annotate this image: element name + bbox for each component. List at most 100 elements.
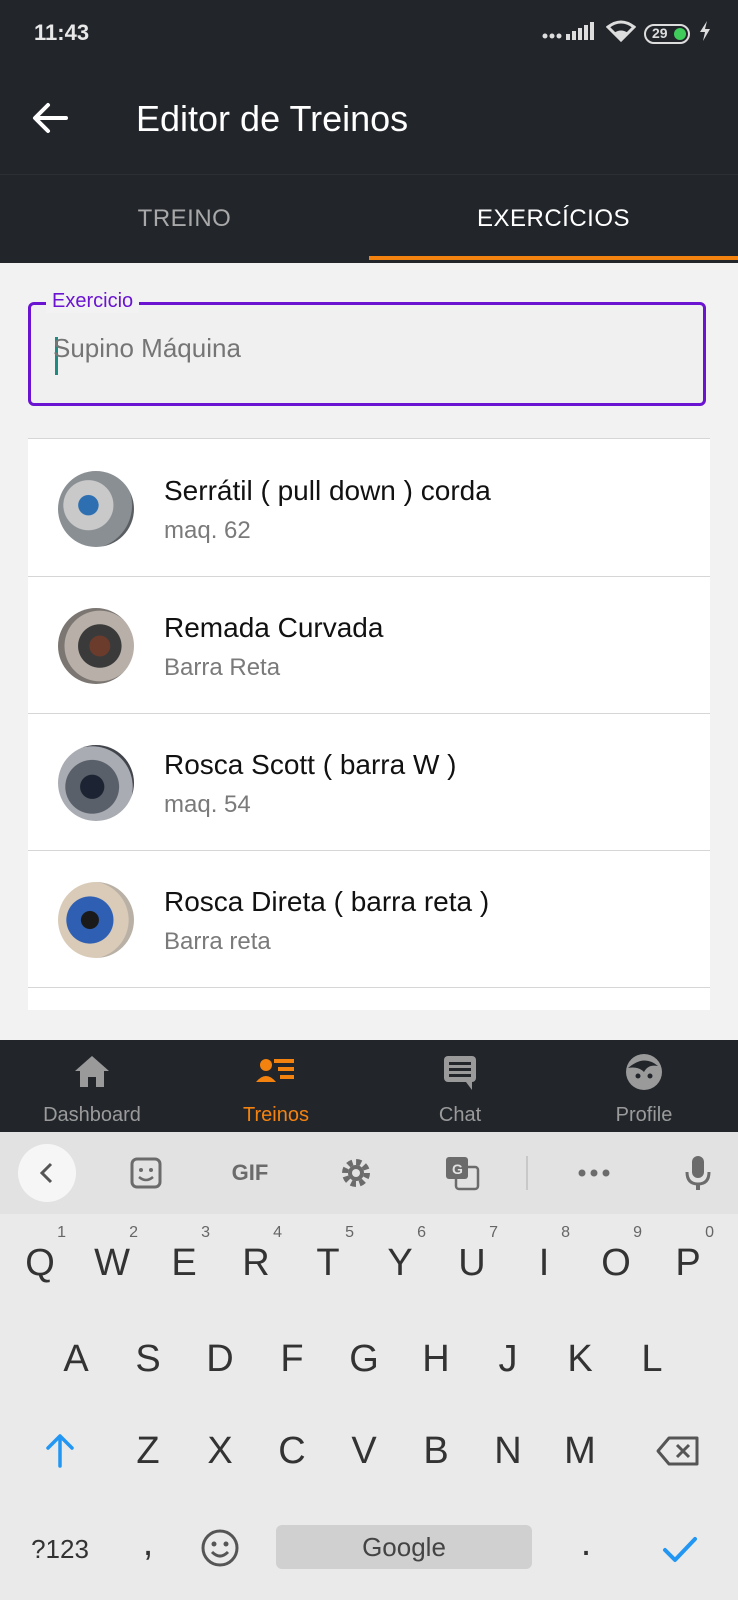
- signal-icon: [542, 20, 598, 47]
- key-s[interactable]: S: [118, 1338, 178, 1381]
- gif-button[interactable]: GIF: [222, 1150, 278, 1196]
- list-item[interactable]: Serrátil ( pull down ) corda maq. 62: [28, 439, 710, 577]
- symbols-key[interactable]: ?123: [20, 1534, 100, 1565]
- key-letter: U: [458, 1242, 486, 1284]
- emoji-icon[interactable]: [190, 1528, 250, 1578]
- key-letter: T: [316, 1242, 340, 1284]
- period-key[interactable]: .: [556, 1522, 616, 1565]
- key-hint: 0: [705, 1224, 714, 1241]
- more-icon[interactable]: [572, 1150, 616, 1196]
- svg-text:G: G: [452, 1161, 463, 1177]
- nav-item-profile[interactable]: Profile: [552, 1040, 736, 1132]
- status-time: 11:43: [34, 20, 90, 45]
- shift-icon[interactable]: [30, 1432, 90, 1480]
- space-bar[interactable]: Google: [276, 1525, 532, 1569]
- nav-label: Treinos: [243, 1104, 309, 1126]
- key-letter: O: [601, 1242, 631, 1284]
- tab-treino[interactable]: TREINO: [0, 175, 369, 263]
- key-y[interactable]: Y6: [370, 1224, 430, 1285]
- exercise-detail: Barra reta: [164, 928, 271, 955]
- exercise-list: Serrátil ( pull down ) corda maq. 62 Rem…: [28, 438, 710, 1010]
- key-hint: 9: [633, 1224, 642, 1241]
- sticker-icon[interactable]: [124, 1150, 168, 1196]
- page-title: Editor de Treinos: [136, 98, 409, 139]
- nav-item-dashboard[interactable]: Dashboard: [0, 1040, 184, 1132]
- exercise-detail: maq. 54: [164, 791, 251, 818]
- key-n[interactable]: N: [478, 1430, 538, 1473]
- status-bar: 11:43 29: [0, 0, 738, 66]
- status-icons: 29: [542, 20, 712, 47]
- list-item[interactable]: Rosca Scott ( barra W ) maq. 54: [28, 713, 710, 851]
- key-e[interactable]: E3: [154, 1224, 214, 1285]
- translate-icon[interactable]: G: [440, 1150, 484, 1196]
- check-icon[interactable]: [650, 1532, 710, 1575]
- exercise-field-label: Exercicio: [46, 290, 140, 313]
- list-item[interactable]: Rosca Direta ( barra reta ) Barra reta: [28, 850, 710, 988]
- backspace-icon[interactable]: [648, 1434, 708, 1477]
- key-k[interactable]: K: [550, 1338, 610, 1381]
- key-hint: 1: [57, 1224, 66, 1241]
- key-b[interactable]: B: [406, 1430, 466, 1473]
- tab-bar: TREINO EXERCÍCIOS: [0, 174, 738, 263]
- exercise-name: Serrátil ( pull down ) corda: [164, 475, 491, 506]
- key-t[interactable]: T5: [298, 1224, 358, 1285]
- key-hint: 5: [345, 1224, 354, 1241]
- app-bar: Editor de Treinos: [0, 66, 738, 174]
- key-c[interactable]: C: [262, 1430, 322, 1473]
- charging-icon: [698, 20, 712, 47]
- exercise-thumbnail: [58, 745, 134, 821]
- exercise-search-field[interactable]: [28, 302, 706, 406]
- key-letter: E: [171, 1242, 197, 1284]
- key-i[interactable]: I8: [514, 1224, 574, 1285]
- exercise-thumbnail: [58, 882, 134, 958]
- nav-item-chat[interactable]: Chat: [368, 1040, 552, 1132]
- exercise-search-input[interactable]: [53, 333, 653, 364]
- key-j[interactable]: J: [478, 1338, 538, 1381]
- key-q[interactable]: Q1: [10, 1224, 70, 1285]
- key-u[interactable]: U7: [442, 1224, 502, 1285]
- tab-indicator: [369, 256, 738, 260]
- key-w[interactable]: W2: [82, 1224, 142, 1285]
- key-letter: I: [538, 1242, 550, 1284]
- key-h[interactable]: H: [406, 1338, 466, 1381]
- exercise-name: Rosca Scott ( barra W ): [164, 749, 457, 780]
- key-p[interactable]: P0: [658, 1224, 718, 1285]
- key-letter: P: [675, 1242, 701, 1284]
- nav-label: Profile: [615, 1104, 673, 1126]
- keyboard-toolbar: GIF G: [0, 1132, 738, 1214]
- list-user-icon: [256, 1052, 296, 1092]
- key-f[interactable]: F: [262, 1338, 322, 1381]
- exercise-name: Rosca Direta ( barra reta ): [164, 886, 490, 917]
- tab-exercicios[interactable]: EXERCÍCIOS: [369, 175, 738, 263]
- key-letter: Q: [25, 1242, 55, 1284]
- key-m[interactable]: M: [550, 1430, 610, 1473]
- back-arrow-icon[interactable]: [30, 98, 70, 138]
- key-letter: W: [94, 1242, 130, 1284]
- settings-gear-icon[interactable]: [334, 1150, 378, 1196]
- toolbar-divider: [526, 1156, 528, 1190]
- key-hint: 6: [417, 1224, 426, 1241]
- chat-icon: [440, 1052, 480, 1092]
- comma-key[interactable]: ,: [118, 1522, 178, 1565]
- key-l[interactable]: L: [622, 1338, 682, 1381]
- nav-item-treinos[interactable]: Treinos: [184, 1040, 368, 1132]
- key-x[interactable]: X: [190, 1430, 250, 1473]
- key-z[interactable]: Z: [118, 1430, 178, 1473]
- key-hint: 3: [201, 1224, 210, 1241]
- collapse-chevron-icon[interactable]: [18, 1144, 76, 1202]
- list-item[interactable]: Remada Curvada Barra Reta: [28, 576, 710, 714]
- bottom-navigation: Dashboard Treinos Chat Profile: [0, 1040, 738, 1132]
- key-o[interactable]: O9: [586, 1224, 646, 1285]
- battery-icon: 29: [644, 23, 690, 44]
- face-icon: [624, 1052, 664, 1092]
- exercise-detail: maq. 62: [164, 517, 251, 544]
- key-v[interactable]: V: [334, 1430, 394, 1473]
- key-r[interactable]: R4: [226, 1224, 286, 1285]
- key-g[interactable]: G: [334, 1338, 394, 1381]
- key-d[interactable]: D: [190, 1338, 250, 1381]
- nav-label: Dashboard: [43, 1104, 141, 1126]
- key-a[interactable]: A: [46, 1338, 106, 1381]
- microphone-icon[interactable]: [676, 1150, 720, 1196]
- key-letter: R: [242, 1242, 270, 1284]
- exercise-detail: Barra Reta: [164, 654, 281, 681]
